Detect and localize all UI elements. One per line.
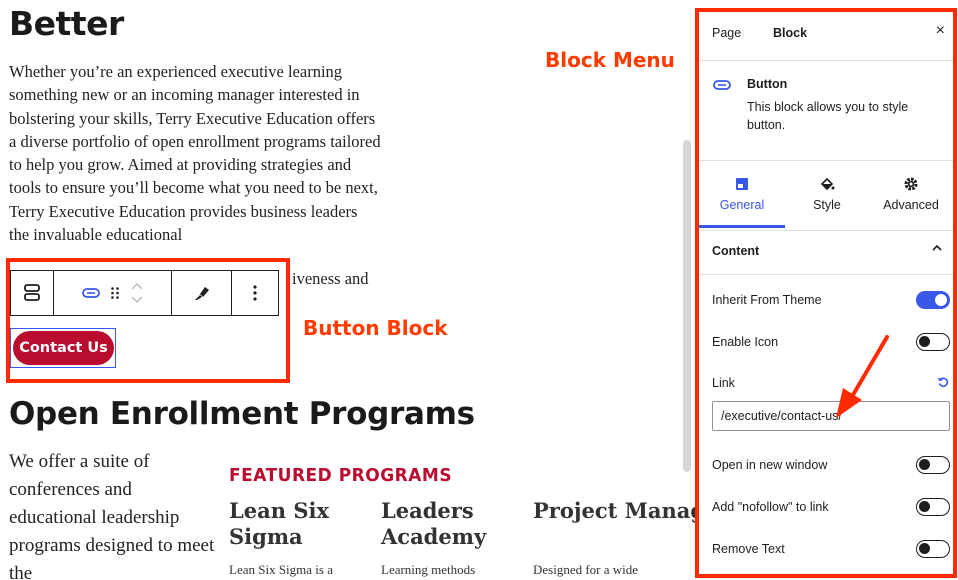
program-description: Designed for a wide — [533, 562, 639, 577]
intro-paragraph-clip: Whether you’re an experienced executive … — [0, 0, 380, 300]
program-title[interactable]: Project Management — [533, 498, 700, 524]
intro-paragraph-tail: iveness and — [292, 269, 369, 288]
block-menu-annotation: Block Menu — [545, 48, 675, 72]
editor-scrollbar[interactable] — [683, 140, 691, 472]
block-menu-highlight-box — [695, 8, 957, 578]
program-description: Learning methods — [381, 562, 476, 577]
editor-canvas[interactable]: Better Whether you’re an experienced exe… — [0, 0, 700, 580]
button-block-annotation: Button Block — [303, 316, 448, 340]
offer-paragraph[interactable]: We offer a suite of conferences and educ… — [9, 448, 219, 580]
heading-open-enrollment[interactable]: Open Enrollment Programs — [9, 396, 475, 432]
featured-programs-heading[interactable]: FEATURED PROGRAMS — [229, 466, 452, 487]
program-description: Lean Six Sigma is a — [229, 562, 333, 577]
intro-paragraph[interactable]: Whether you’re an experienced executive … — [9, 60, 380, 246]
program-title[interactable]: Leaders Academy — [381, 498, 501, 550]
program-title[interactable]: Lean Six Sigma — [229, 498, 339, 550]
button-block-highlight-box — [6, 258, 290, 383]
